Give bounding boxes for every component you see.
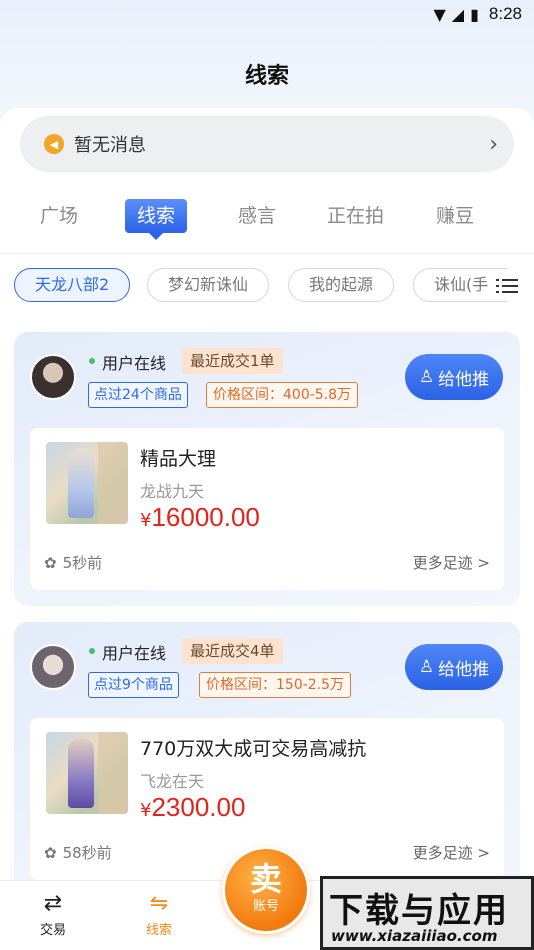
clue-card[interactable]: 用户在线 最近成交1单 点过24个商品 价格区间：400-5.8万 ♙ 给他推 … xyxy=(14,332,520,606)
user-icon: ♙ xyxy=(418,367,435,387)
paw-icon: ✿ xyxy=(44,553,57,572)
tab-pointer-icon xyxy=(149,233,163,240)
product-thumbnail xyxy=(46,442,128,524)
nav-trade[interactable]: ⇄ 交易 xyxy=(18,889,88,938)
currency-symbol: ¥ xyxy=(140,510,152,531)
sell-account-button[interactable]: 卖 账号 xyxy=(222,846,310,934)
currency-symbol: ¥ xyxy=(140,800,152,821)
watermark-title: 下载与应用 xyxy=(329,891,509,931)
battery-icon: ▮ xyxy=(470,4,479,24)
more-footprints-link[interactable]: 更多足迹 > xyxy=(413,842,490,863)
avatar[interactable] xyxy=(30,354,76,400)
status-bar: ▼ ◢ ▮ 8:28 xyxy=(0,0,534,28)
watermark-url: www.xiazaiiiao.com xyxy=(331,927,498,945)
product-thumbnail xyxy=(46,732,128,814)
divider xyxy=(0,253,534,254)
push-button[interactable]: ♙ 给他推 xyxy=(405,354,503,400)
wifi-icon: ▼ xyxy=(433,4,446,24)
sell-button-sublabel: 账号 xyxy=(252,899,279,914)
trade-icon: ⇄ xyxy=(43,891,63,916)
price-value: 16000.00 xyxy=(151,502,260,532)
time-ago-label: 5秒前 xyxy=(62,554,103,572)
notice-bar[interactable]: ◀ 暂无消息 › xyxy=(20,116,514,172)
price-range-badge: 价格区间：400-5.8万 xyxy=(206,382,359,408)
viewed-badge: 点过9个商品 xyxy=(88,672,179,698)
tab-auction[interactable]: 正在拍 xyxy=(327,196,384,236)
price-value: 2300.00 xyxy=(151,792,246,822)
time-ago: ✿ 5秒前 xyxy=(44,552,102,573)
product-title: 精品大理 xyxy=(140,448,217,470)
product-card[interactable]: 精品大理 龙战九天 ¥16000.00 ✿ 5秒前 更多足迹 > xyxy=(30,428,504,590)
online-dot-icon xyxy=(89,358,95,364)
product-price: ¥16000.00 xyxy=(140,502,260,533)
notice-text: 暂无消息 xyxy=(74,135,146,156)
list-menu-icon[interactable] xyxy=(496,276,518,296)
sell-button-label: 卖 xyxy=(249,860,282,898)
nav-clues-label: 线索 xyxy=(145,923,172,938)
tab-earn-beans[interactable]: 赚豆 xyxy=(436,196,474,236)
push-button-label: 给他推 xyxy=(438,369,490,390)
game-chip[interactable]: 我的起源 xyxy=(288,268,395,302)
product-server: 龙战九天 xyxy=(140,482,205,501)
more-footprints-link[interactable]: 更多足迹 > xyxy=(413,552,490,573)
product-server: 飞龙在天 xyxy=(140,772,205,791)
online-status: 用户在线 xyxy=(102,644,167,663)
page-title: 线索 xyxy=(244,64,289,89)
game-chip[interactable]: 梦幻新诛仙 xyxy=(147,268,270,302)
clues-icon: ⇋ xyxy=(149,891,169,916)
game-chip[interactable]: 天龙八部2 xyxy=(14,268,131,302)
chevron-right-icon: › xyxy=(489,131,498,157)
tab-square[interactable]: 广场 xyxy=(40,196,78,236)
time-ago-label: 58秒前 xyxy=(62,844,112,862)
tab-bar: 广场 线索 感言 正在拍 赚豆 xyxy=(0,196,534,240)
recent-deals-badge: 最近成交1单 xyxy=(182,348,283,374)
recent-deals-badge: 最近成交4单 xyxy=(182,638,283,664)
price-range-badge: 价格区间：150-2.5万 xyxy=(199,672,352,698)
watermark-logo: 下载与应用 www.xiazaiiiao.com xyxy=(320,876,534,950)
status-time: 8:28 xyxy=(488,4,522,23)
online-dot-icon xyxy=(89,648,95,654)
nav-clues[interactable]: ⇋ 线索 xyxy=(124,889,194,938)
speaker-icon: ◀ xyxy=(44,134,64,154)
tab-clues-label: 线索 xyxy=(137,205,176,227)
viewed-badge: 点过24个商品 xyxy=(88,382,188,408)
avatar[interactable] xyxy=(30,644,76,690)
signal-icon: ◢ xyxy=(451,4,465,24)
game-chip[interactable]: 诛仙(手 xyxy=(413,268,507,302)
nav-trade-label: 交易 xyxy=(39,923,66,938)
product-price: ¥2300.00 xyxy=(140,792,245,823)
push-button[interactable]: ♙ 给他推 xyxy=(405,644,503,690)
tab-testimonials[interactable]: 感言 xyxy=(238,196,276,236)
time-ago: ✿ 58秒前 xyxy=(44,842,112,863)
online-status: 用户在线 xyxy=(102,354,167,373)
paw-icon: ✿ xyxy=(44,843,57,862)
user-icon: ♙ xyxy=(418,657,435,677)
tab-clues[interactable]: 线索 xyxy=(125,199,188,240)
product-title: 770万双大成可交易高减抗 xyxy=(140,738,367,760)
push-button-label: 给他推 xyxy=(438,659,490,680)
